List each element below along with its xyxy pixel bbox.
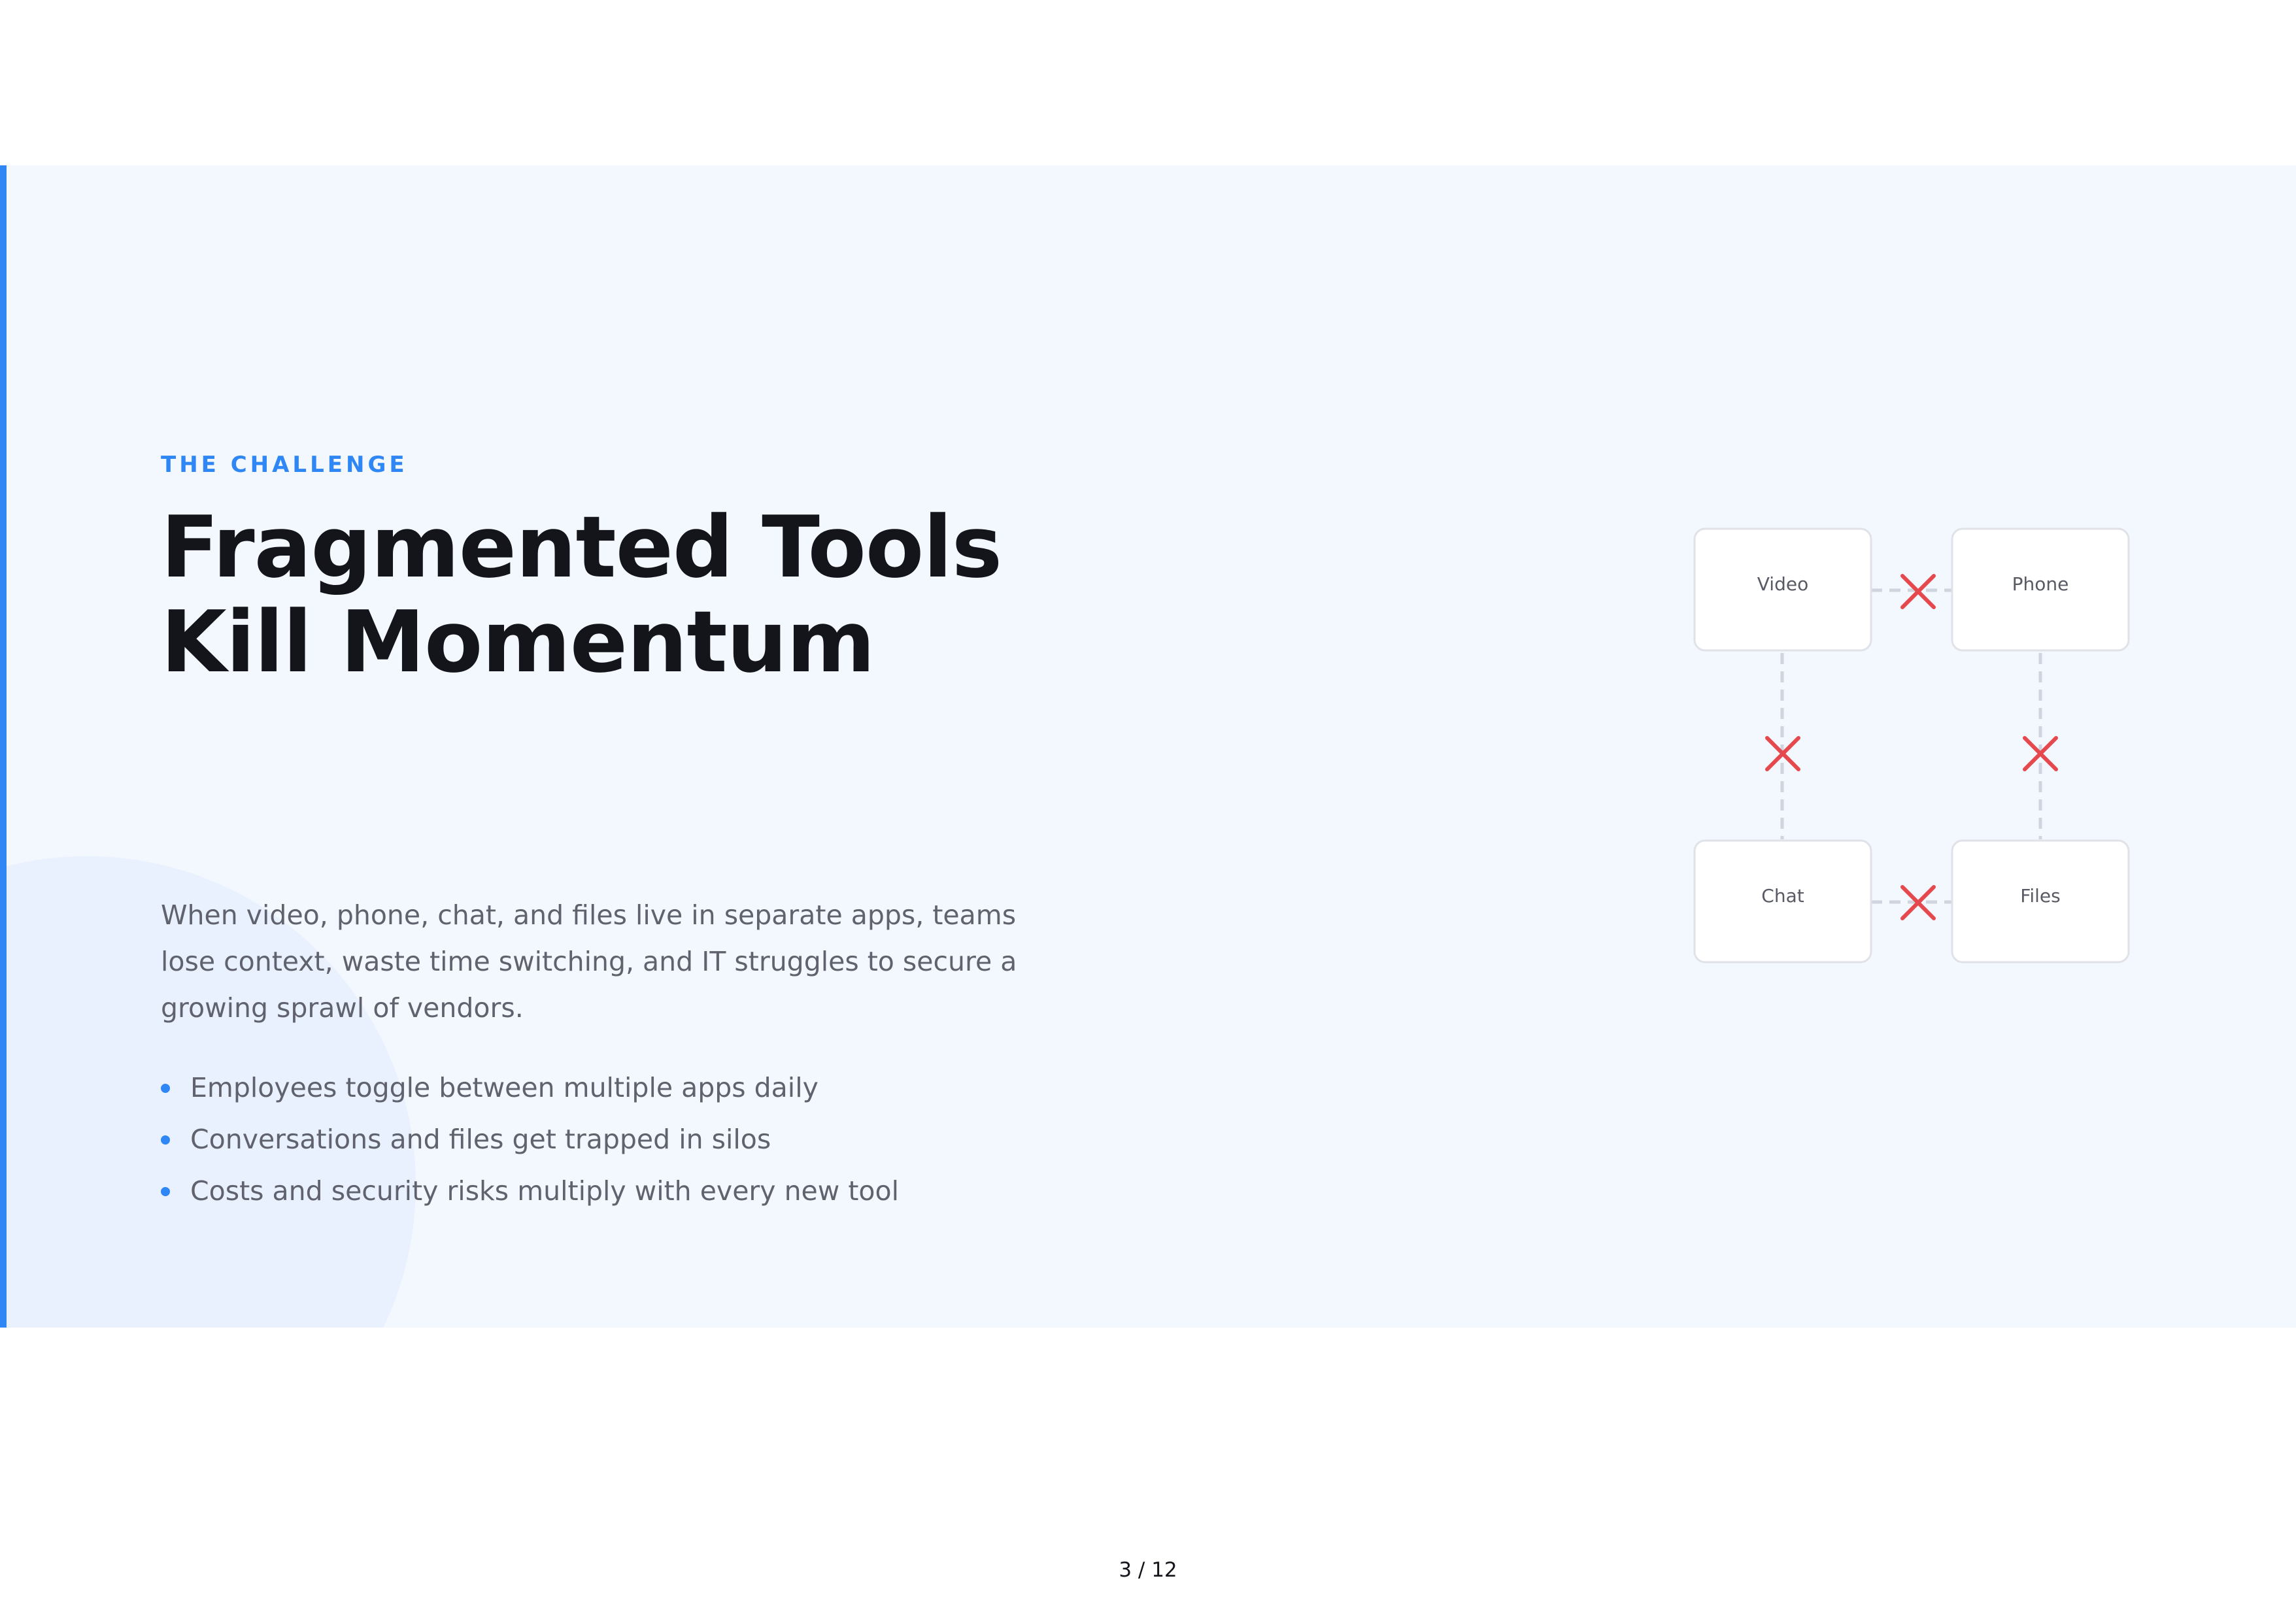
page-number: 3 / 12 [1119, 1558, 1177, 1582]
node-phone-label: Phone [2012, 573, 2069, 595]
page: THE CHALLENGE Fragmented Tools Kill Mome… [0, 0, 2296, 1623]
fragmented-tools-diagram: Video Phone Chat Files [1693, 527, 2130, 963]
node-chat: Chat [1693, 839, 1872, 963]
node-files-label: Files [2020, 885, 2060, 907]
node-video-label: Video [1757, 573, 1808, 595]
node-files: Files [1951, 839, 2130, 963]
node-video: Video [1693, 527, 1872, 652]
node-chat-label: Chat [1761, 885, 1804, 907]
node-phone: Phone [1951, 527, 2130, 652]
slide: THE CHALLENGE Fragmented Tools Kill Mome… [0, 165, 2296, 1328]
